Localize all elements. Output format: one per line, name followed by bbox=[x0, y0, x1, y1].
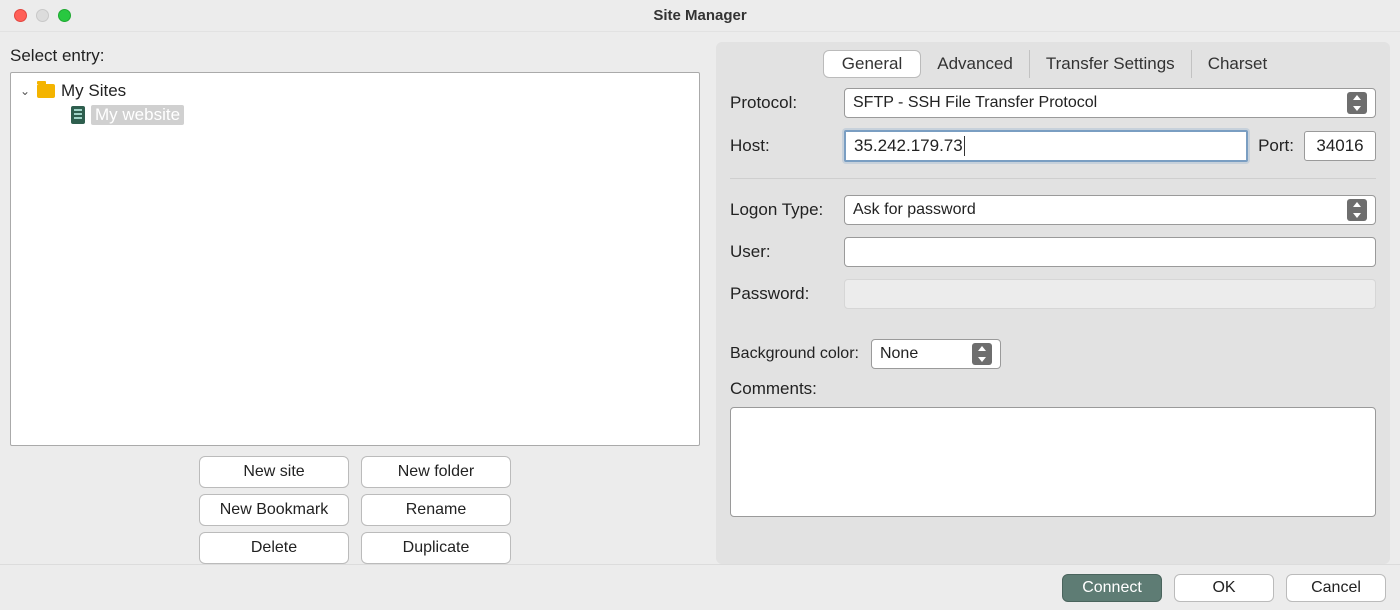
password-label: Password: bbox=[730, 284, 838, 304]
protocol-value: SFTP - SSH File Transfer Protocol bbox=[853, 94, 1097, 112]
window-title: Site Manager bbox=[0, 7, 1400, 24]
rename-button[interactable]: Rename bbox=[361, 494, 511, 526]
tab-advanced[interactable]: Advanced bbox=[921, 50, 1030, 78]
new-folder-button[interactable]: New folder bbox=[361, 456, 511, 488]
host-input[interactable]: 35.242.179.73 bbox=[844, 130, 1248, 162]
comments-textarea[interactable] bbox=[730, 407, 1376, 517]
user-input[interactable] bbox=[844, 237, 1376, 267]
new-bookmark-button[interactable]: New Bookmark bbox=[199, 494, 349, 526]
background-color-select[interactable]: None bbox=[871, 339, 1001, 369]
tab-charset[interactable]: Charset bbox=[1192, 50, 1284, 78]
background-color-value: None bbox=[880, 345, 918, 363]
site-actions: New site New folder New Bookmark Rename … bbox=[10, 456, 700, 564]
tree-site-label: My website bbox=[91, 105, 184, 125]
updown-stepper-icon[interactable] bbox=[972, 343, 992, 365]
close-window-icon[interactable] bbox=[14, 9, 27, 22]
window-controls bbox=[14, 9, 71, 22]
chevron-down-icon[interactable]: ⌄ bbox=[19, 84, 31, 98]
port-value: 34016 bbox=[1316, 136, 1363, 156]
divider bbox=[730, 178, 1376, 179]
site-tree[interactable]: ⌄ My Sites My website bbox=[10, 72, 700, 446]
cancel-button[interactable]: Cancel bbox=[1286, 574, 1386, 602]
duplicate-button[interactable]: Duplicate bbox=[361, 532, 511, 564]
comments-label: Comments: bbox=[730, 379, 1376, 399]
logon-type-label: Logon Type: bbox=[730, 200, 838, 220]
zoom-window-icon[interactable] bbox=[58, 9, 71, 22]
site-details-pane: General Advanced Transfer Settings Chars… bbox=[716, 42, 1390, 564]
minimize-window-icon[interactable] bbox=[36, 9, 49, 22]
tabs: General Advanced Transfer Settings Chars… bbox=[730, 50, 1376, 78]
tree-root-row[interactable]: ⌄ My Sites bbox=[15, 79, 695, 103]
tab-transfer-settings[interactable]: Transfer Settings bbox=[1030, 50, 1192, 78]
updown-stepper-icon[interactable] bbox=[1347, 92, 1367, 114]
titlebar: Site Manager bbox=[0, 0, 1400, 32]
password-input bbox=[844, 279, 1376, 309]
dialog-footer: Connect OK Cancel bbox=[0, 564, 1400, 610]
user-label: User: bbox=[730, 242, 838, 262]
logon-type-value: Ask for password bbox=[853, 201, 976, 219]
updown-stepper-icon[interactable] bbox=[1347, 199, 1367, 221]
text-caret-icon bbox=[964, 136, 965, 156]
port-label: Port: bbox=[1258, 136, 1294, 156]
protocol-select[interactable]: SFTP - SSH File Transfer Protocol bbox=[844, 88, 1376, 118]
select-entry-label: Select entry: bbox=[10, 46, 700, 66]
new-site-button[interactable]: New site bbox=[199, 456, 349, 488]
logon-type-select[interactable]: Ask for password bbox=[844, 195, 1376, 225]
tree-root-label: My Sites bbox=[61, 81, 126, 101]
connect-button[interactable]: Connect bbox=[1062, 574, 1162, 602]
host-value: 35.242.179.73 bbox=[854, 136, 963, 156]
server-icon bbox=[71, 106, 85, 124]
ok-button[interactable]: OK bbox=[1174, 574, 1274, 602]
tab-general[interactable]: General bbox=[823, 50, 921, 78]
background-color-label: Background color: bbox=[730, 345, 859, 363]
tree-site-row[interactable]: My website bbox=[15, 103, 695, 127]
port-input[interactable]: 34016 bbox=[1304, 131, 1376, 161]
host-label: Host: bbox=[730, 136, 838, 156]
site-list-pane: Select entry: ⌄ My Sites My website New … bbox=[10, 42, 700, 564]
folder-icon bbox=[37, 84, 55, 98]
delete-button[interactable]: Delete bbox=[199, 532, 349, 564]
protocol-label: Protocol: bbox=[730, 93, 838, 113]
